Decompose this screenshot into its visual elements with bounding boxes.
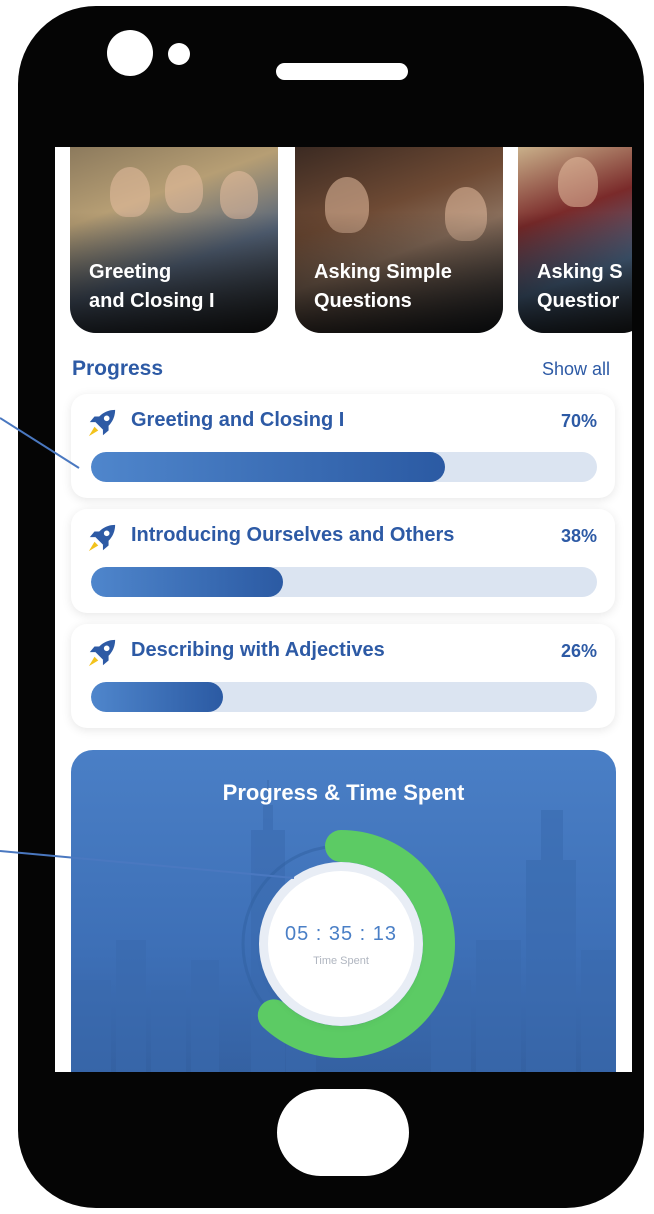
app-screen: Greeting and Closing I Asking Simple Que… [55, 147, 632, 1072]
time-spent-clock: 05 : 35 : 13 Time Spent [268, 871, 414, 1017]
progress-item-title: Greeting and Closing I [131, 409, 345, 431]
front-camera-icon [107, 30, 153, 76]
progress-fill [91, 682, 223, 712]
progress-track [91, 682, 597, 712]
progress-item-percent: 38% [560, 526, 597, 546]
lesson-card-greeting[interactable]: Greeting and Closing I [70, 147, 278, 333]
lesson-card-asking-questions-2[interactable]: Asking S Questior [518, 147, 632, 333]
progress-item[interactable]: Describing with Adjectives 26% [71, 624, 615, 728]
progress-fill [91, 452, 446, 482]
progress-item[interactable]: Introducing Ourselves and Others 38% [71, 509, 615, 613]
time-spent-label: Time Spent [313, 955, 369, 967]
rocket-icon [88, 409, 116, 437]
progress-section-title: Progress [72, 357, 164, 380]
rocket-icon [88, 524, 116, 552]
show-all-link[interactable]: Show all [542, 359, 610, 380]
progress-track [91, 567, 597, 597]
progress-item-title: Describing with Adjectives [131, 639, 385, 661]
time-spent-value: 05 : 35 : 13 [284, 923, 398, 945]
rocket-icon [88, 639, 116, 667]
progress-item-title: Introducing Ourselves and Others [131, 524, 455, 546]
progress-fill [91, 567, 284, 597]
progress-time-card: Progress & Time Spent 05 : 35 : 13 Time … [71, 750, 616, 1072]
progress-item-percent: 26% [560, 641, 597, 661]
sensor-icon [168, 43, 190, 65]
home-button[interactable] [277, 1089, 409, 1176]
speaker-grille [276, 63, 408, 80]
time-card-title: Progress & Time Spent [222, 780, 465, 805]
progress-item[interactable]: Greeting and Closing I 70% [71, 394, 615, 498]
progress-track [91, 452, 597, 482]
lesson-card-title: Asking Simple Questions [314, 261, 452, 312]
lesson-card-title: Greeting and Closing I [89, 261, 215, 312]
lesson-card-title: Asking S Questior [537, 261, 623, 312]
lesson-card-asking-questions[interactable]: Asking Simple Questions [295, 147, 503, 333]
progress-item-percent: 70% [560, 411, 597, 431]
